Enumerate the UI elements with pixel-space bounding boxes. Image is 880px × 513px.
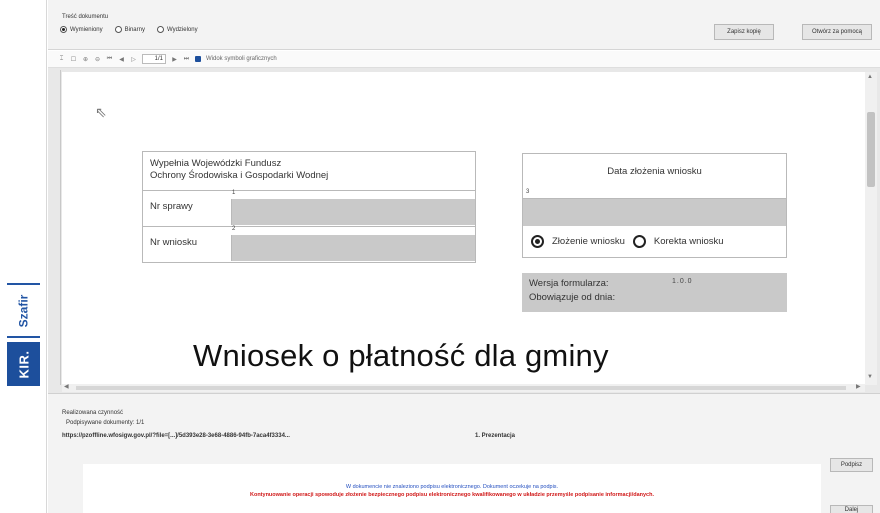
action-label: Realizowana czynność bbox=[62, 410, 124, 416]
case-number-label: Nr sprawy bbox=[150, 201, 193, 212]
radio-dot bbox=[60, 26, 67, 33]
submission-date-field[interactable] bbox=[523, 198, 786, 226]
page-number-input[interactable]: 1/1 bbox=[142, 54, 166, 64]
prev-page-icon[interactable]: ◀ bbox=[118, 56, 125, 63]
hand-tool-icon[interactable]: ☐ bbox=[70, 56, 77, 63]
submission-date-cell: Data złożenia wniosku 3 bbox=[522, 153, 787, 226]
scroll-right-icon[interactable]: ▶ bbox=[856, 383, 861, 390]
radio-dot bbox=[114, 26, 122, 33]
radio-submission-label: Złożenie wniosku bbox=[552, 236, 625, 247]
document-url: https://pzoffline.wfosigw.gov.pl/?file=[… bbox=[62, 433, 290, 439]
radio-dot bbox=[531, 235, 544, 248]
zoom-in-icon[interactable]: ⊕ bbox=[82, 56, 89, 63]
case-field-number: 1 bbox=[232, 190, 236, 196]
form-version-cell: Wersja formularza: Obowiązuje od dnia: 1… bbox=[522, 273, 787, 312]
graphic-symbols-label[interactable]: Widok symboli graficznych bbox=[206, 56, 277, 62]
signed-documents-label: Podpisywane dokumenty: 1/1 bbox=[66, 420, 145, 426]
save-copy-button[interactable]: Zapisz kopię bbox=[714, 24, 774, 40]
radio-wymieniony[interactable]: Wymieniony bbox=[60, 26, 103, 33]
open-with-button[interactable]: Otwórz za pomocą bbox=[802, 24, 872, 40]
fund-line-1: Wypełnia Wojewódzki Fundusz bbox=[150, 158, 282, 169]
content-radio-group: Wymieniony Binarny Wydzielony bbox=[60, 26, 198, 33]
signature-warning-text: Kontynuowanie operacji spowoduje złożeni… bbox=[249, 492, 655, 498]
application-type-row: Złożenie wniosku Korekta wniosku bbox=[522, 226, 787, 258]
radio-wydzielony[interactable]: Wydzielony bbox=[156, 26, 198, 33]
radio-submission[interactable]: Złożenie wniosku bbox=[531, 235, 625, 248]
radio-correction[interactable]: Korekta wniosku bbox=[632, 235, 724, 248]
horizontal-scrollbar[interactable]: ◀ ▶ bbox=[62, 384, 865, 392]
zoom-out-icon[interactable]: ⊖ bbox=[94, 56, 101, 63]
section-label: 1. Prezentacja bbox=[475, 433, 516, 439]
app-name: Szafir bbox=[16, 294, 31, 327]
signature-status-text: W dokumencie nie znaleziono podpisu elek… bbox=[345, 484, 559, 490]
radio-label: Wydzielony bbox=[166, 26, 198, 33]
document-options-bar: Treść dokumentu Wymieniony Binarny Wydzi… bbox=[48, 0, 880, 50]
scroll-thumb[interactable] bbox=[76, 386, 846, 390]
next-button[interactable]: Dalej bbox=[830, 505, 873, 513]
application-number-row: Nr wniosku 2 bbox=[142, 226, 476, 263]
scroll-left-icon[interactable]: ◀ bbox=[64, 383, 69, 390]
scroll-down-icon[interactable]: ▼ bbox=[867, 374, 873, 380]
radio-correction-label: Korekta wniosku bbox=[653, 236, 724, 247]
logo-text: KIR. bbox=[16, 350, 31, 378]
form-version-value: 1.0.0 bbox=[672, 278, 693, 285]
scroll-thumb[interactable] bbox=[867, 112, 875, 187]
application-number-label: Nr wniosku bbox=[150, 237, 197, 248]
case-number-row: Nr sprawy 1 bbox=[142, 190, 476, 227]
szafir-brand: Szafir bbox=[7, 283, 40, 338]
first-page-icon[interactable]: ⏮ bbox=[106, 56, 113, 63]
cursor-tool-icon[interactable]: ⌶ bbox=[58, 56, 65, 63]
next-arrow-icon[interactable]: ▷ bbox=[130, 56, 137, 63]
viewer-toolbar: ⌶ ☐ ⊕ ⊖ ⏮ ◀ ▷ 1/1 ▶ ⏭ Widok symboli graf… bbox=[48, 51, 880, 68]
next-page-icon[interactable]: ▶ bbox=[171, 56, 178, 63]
scroll-up-icon[interactable]: ▲ bbox=[867, 74, 873, 80]
viewer-divider bbox=[60, 70, 61, 385]
document-title: Wniosek o płatność dla gminy bbox=[193, 338, 609, 373]
fund-header-cell: Wypełnia Wojewódzki Fundusz Ochrony Środ… bbox=[142, 151, 476, 191]
sign-button[interactable]: Podpisz bbox=[830, 458, 873, 472]
last-page-icon[interactable]: ⏭ bbox=[183, 56, 190, 63]
case-number-field[interactable] bbox=[231, 199, 475, 225]
mouse-cursor-icon: ⇖ bbox=[95, 104, 107, 120]
kir-logo: KIR. bbox=[7, 342, 40, 386]
valid-from-label: Obowiązuje od dnia: bbox=[529, 292, 616, 303]
radio-label: Wymieniony bbox=[70, 26, 103, 33]
application-number-field[interactable] bbox=[231, 235, 475, 261]
radio-binarny[interactable]: Binarny bbox=[114, 26, 145, 33]
content-group-label: Treść dokumentu bbox=[62, 14, 109, 20]
application-field-number: 2 bbox=[232, 226, 236, 232]
graphic-symbols-icon[interactable] bbox=[195, 56, 201, 62]
left-sidebar: Szafir KIR. bbox=[0, 0, 47, 513]
radio-dot bbox=[156, 26, 164, 33]
date-field-number: 3 bbox=[526, 189, 530, 195]
form-version-label: Wersja formularza: bbox=[529, 278, 609, 289]
radio-dot bbox=[632, 235, 646, 248]
vertical-scrollbar[interactable]: ▲ ▼ bbox=[865, 72, 877, 385]
submission-date-title: Data złożenia wniosku bbox=[607, 166, 702, 177]
fund-line-2: Ochrony Środowiska i Gospodarki Wodnej bbox=[150, 170, 329, 181]
radio-label: Binarny bbox=[124, 26, 145, 33]
signature-info-area: W dokumencie nie znaleziono podpisu elek… bbox=[83, 464, 821, 513]
